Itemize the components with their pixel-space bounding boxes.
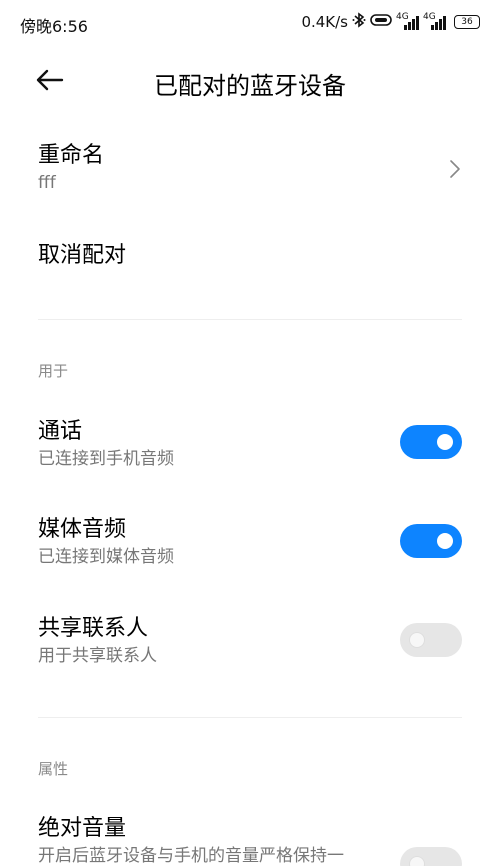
call-audio-toggle[interactable] bbox=[400, 425, 462, 459]
absolute-volume-row[interactable]: 绝对音量 开启后蓝牙设备与手机的音量严格保持一 bbox=[38, 815, 462, 866]
section-label-use: 用于 bbox=[38, 362, 69, 380]
unpair-title: 取消配对 bbox=[38, 243, 127, 268]
media-audio-subtitle: 已连接到媒体音频 bbox=[38, 547, 174, 567]
media-audio-title: 媒体音频 bbox=[38, 517, 127, 542]
network-speed: 0.4K/s bbox=[301, 13, 348, 31]
headphones-icon bbox=[370, 13, 392, 31]
page-title: 已配对的蓝牙设备 bbox=[154, 72, 346, 100]
signal-1-tag: 4G bbox=[396, 12, 409, 22]
back-arrow-icon bbox=[36, 69, 64, 91]
call-audio-subtitle: 已连接到手机音频 bbox=[38, 449, 174, 469]
chevron-right-icon bbox=[450, 160, 460, 178]
signal-1-icon: 4G bbox=[396, 12, 419, 30]
rename-value: fff bbox=[38, 173, 56, 193]
divider bbox=[38, 717, 462, 718]
rename-row[interactable]: 重命名 fff bbox=[38, 142, 462, 198]
toggle-knob bbox=[437, 434, 453, 450]
battery-icon: 36 bbox=[454, 15, 480, 29]
toggle-knob bbox=[409, 632, 425, 648]
share-contacts-subtitle: 用于共享联系人 bbox=[38, 646, 157, 666]
absolute-volume-title: 绝对音量 bbox=[38, 816, 127, 841]
toggle-knob bbox=[437, 533, 453, 549]
signal-2-tag: 4G bbox=[423, 12, 436, 22]
call-audio-row[interactable]: 通话 已连接到手机音频 bbox=[38, 418, 462, 474]
status-bar: 傍晚6:56 0.4K/s 4G 4G 36 bbox=[0, 0, 500, 44]
absolute-volume-subtitle: 开启后蓝牙设备与手机的音量严格保持一 bbox=[38, 846, 344, 866]
signal-2-icon: 4G bbox=[423, 12, 446, 30]
share-contacts-title: 共享联系人 bbox=[38, 616, 149, 641]
bluetooth-icon bbox=[352, 11, 366, 33]
divider bbox=[38, 319, 462, 320]
absolute-volume-toggle[interactable] bbox=[400, 847, 462, 866]
share-contacts-toggle[interactable] bbox=[400, 623, 462, 657]
title-bar: 已配对的蓝牙设备 bbox=[0, 52, 500, 108]
unpair-row[interactable]: 取消配对 bbox=[38, 242, 462, 272]
back-button[interactable] bbox=[34, 64, 74, 96]
section-label-props: 属性 bbox=[38, 760, 69, 778]
call-audio-title: 通话 bbox=[38, 419, 83, 444]
status-icons: 0.4K/s 4G 4G 36 bbox=[301, 11, 480, 33]
status-time: 傍晚6:56 bbox=[20, 17, 88, 36]
share-contacts-row[interactable]: 共享联系人 用于共享联系人 bbox=[38, 615, 462, 671]
toggle-knob bbox=[409, 856, 425, 866]
rename-title: 重命名 bbox=[38, 143, 105, 168]
media-audio-row[interactable]: 媒体音频 已连接到媒体音频 bbox=[38, 516, 462, 572]
media-audio-toggle[interactable] bbox=[400, 524, 462, 558]
